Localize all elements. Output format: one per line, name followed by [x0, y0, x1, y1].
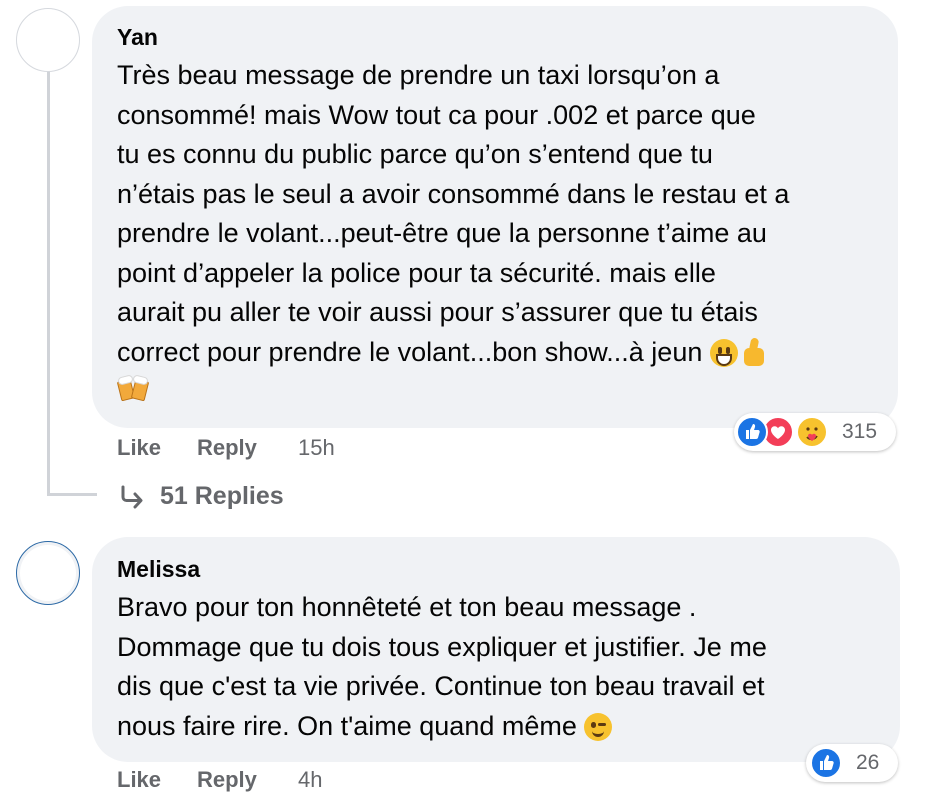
avatar[interactable] [16, 8, 80, 72]
thumbs-up-icon [738, 337, 768, 368]
reaction-summary[interactable]: 26 [806, 744, 898, 782]
like-reaction-icon [736, 416, 768, 448]
grinning-face-icon [709, 339, 738, 368]
reply-button[interactable]: Reply [197, 767, 257, 793]
comment-text-line: prendre le volant...peut-être que la per… [117, 218, 767, 248]
comment-text-line: Bravo pour ton honnêteté et ton beau mes… [117, 592, 697, 622]
like-button[interactable]: Like [117, 767, 161, 793]
like-button[interactable]: Like [117, 435, 161, 461]
care-reaction-icon [796, 416, 828, 448]
winking-face-icon [584, 713, 613, 742]
comment-text-line: tu es connu du public parce qu’on s’ente… [117, 139, 713, 169]
comment-text-line: dis que c'est ta vie privée. Continue to… [117, 671, 765, 701]
replies-count-label[interactable]: 51 Replies [160, 482, 284, 511]
comment-text-line: consommé! mais Wow tout ca pour .002 et … [117, 99, 756, 130]
comment-author[interactable]: Yan [117, 24, 158, 51]
comment-text-line: Très beau message de prendre un taxi lor… [117, 60, 720, 90]
comment-text-line: point d’appeler la police pour ta sécuri… [117, 257, 716, 288]
emoji-line [116, 372, 789, 412]
comment-text-line: nous faire rire. On t'aime quand même [117, 710, 577, 741]
comment-text-line: aurait pu aller te voir aussi pour s’ass… [117, 297, 758, 327]
thread-line [47, 70, 50, 495]
reply-arrow-icon [118, 484, 148, 515]
comment-text-line: Dommage que tu dois tous expliquer et ju… [117, 631, 767, 662]
comment-text: Bravo pour ton honnêteté et ton beau mes… [117, 588, 767, 746]
comment-text: Très beau message de prendre un taxi lor… [116, 56, 790, 412]
reaction-summary[interactable]: 315 [734, 413, 896, 451]
reply-button[interactable]: Reply [197, 435, 257, 461]
like-reaction-icon [810, 747, 842, 779]
comment-timestamp[interactable]: 15h [298, 435, 335, 461]
comment-text-line-last: nous faire rire. On t'aime quand même [117, 707, 767, 747]
reaction-count: 26 [856, 751, 880, 774]
avatar[interactable] [16, 541, 80, 605]
comment-text-line: n’étais pas le seul a avoir consommé dan… [117, 178, 790, 209]
reaction-count: 315 [842, 420, 878, 443]
thread-line [47, 493, 97, 496]
comment-timestamp[interactable]: 4h [298, 767, 322, 793]
comment-text-line: correct pour prendre le volant...bon sho… [117, 336, 703, 367]
clinking-beer-mugs-icon [116, 374, 150, 402]
comment-text-line-last: correct pour prendre le volant...bon sho… [117, 333, 789, 373]
comment-author[interactable]: Melissa [117, 556, 200, 583]
